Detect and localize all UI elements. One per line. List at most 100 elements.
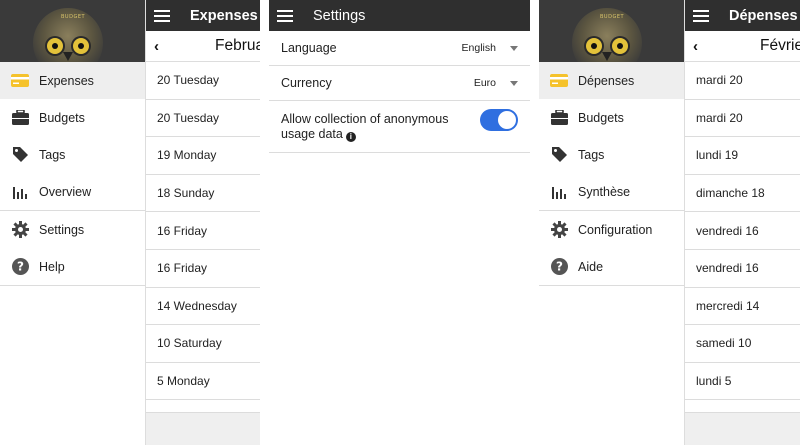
svg-text:?: ? (556, 260, 563, 274)
chevron-left-icon[interactable]: ‹ (154, 38, 159, 55)
drawer-item-tags[interactable]: Tags (0, 136, 145, 173)
drawer-item-help[interactable]: ? Aide (539, 248, 684, 285)
currency-value: Euro (473, 77, 496, 89)
drawer-divider (539, 285, 684, 286)
list-item[interactable]: vendredi 16 (685, 212, 800, 250)
drawer-divider (0, 285, 145, 286)
app-bar: Settings (269, 0, 530, 31)
settings-screen: Settings Language English Currency Euro … (269, 0, 530, 445)
anonymous-usage-toggle[interactable] (480, 108, 518, 131)
drawer-item-label: Tags (578, 147, 605, 162)
chevron-left-icon[interactable]: ‹ (693, 38, 698, 55)
gear-icon (11, 221, 29, 239)
app-bar-title: Settings (313, 7, 366, 24)
expense-list: mardi 20 mardi 20 lundi 19 dimanche 18 v… (685, 62, 800, 401)
drawer-item-tags[interactable]: Tags (539, 136, 684, 173)
bar-chart-icon (550, 183, 568, 201)
drawer-item-label: Overview (39, 184, 92, 199)
list-item[interactable]: 19 Monday (146, 137, 260, 175)
drawer-item-label: Expenses (39, 73, 94, 88)
expenses-screen-fr: Dépenses ‹ Février mardi 20 mardi 20 lun… (684, 0, 800, 445)
credit-card-icon (550, 72, 568, 90)
drawer-item-settings[interactable]: Settings (0, 211, 145, 248)
app-bar-title: Dépenses (729, 7, 798, 24)
list-item[interactable]: 10 Saturday (146, 325, 260, 363)
list-item[interactable]: lundi 5 (685, 363, 800, 401)
anonymous-usage-label-text: usage data (281, 126, 343, 141)
menu-icon[interactable] (154, 9, 170, 22)
anonymous-usage-row: Allow collection of anonymous usage data… (269, 101, 530, 153)
drawer-item-overview[interactable]: Overview (0, 173, 145, 210)
drawer-header: BUDGET (539, 0, 684, 62)
owl-logo: BUDGET (33, 8, 103, 62)
svg-text:?: ? (17, 260, 24, 274)
drawer-item-label: Budgets (578, 110, 624, 125)
briefcase-icon (550, 109, 568, 127)
drawer-item-label: Help (39, 259, 65, 274)
dropdown-arrow-icon (510, 45, 518, 51)
drawer-fr: BUDGET Dépenses Budgets Tags Synthèse Co… (539, 0, 684, 445)
list-item[interactable]: 18 Sunday (146, 175, 260, 213)
list-item[interactable]: 5 Monday (146, 363, 260, 401)
drawer-item-budgets[interactable]: Budgets (539, 99, 684, 136)
month-label: February (215, 37, 260, 54)
expense-list: 20 Tuesday 20 Tuesday 19 Monday 18 Sunda… (146, 62, 260, 401)
drawer-item-overview[interactable]: Synthèse (539, 173, 684, 210)
drawer-item-label: Dépenses (578, 73, 635, 88)
list-footer (146, 412, 260, 445)
list-item[interactable]: 16 Friday (146, 250, 260, 288)
month-selector: ‹ February (146, 31, 260, 62)
drawer-en: BUDGET Expenses Budgets Tags Overview Se… (0, 0, 145, 445)
language-select[interactable]: English (462, 42, 518, 54)
list-item[interactable]: mardi 20 (685, 62, 800, 100)
list-item[interactable]: mercredi 14 (685, 288, 800, 326)
drawer-item-settings[interactable]: Configuration (539, 211, 684, 248)
list-item[interactable]: mardi 20 (685, 100, 800, 138)
list-item[interactable]: lundi 19 (685, 137, 800, 175)
list-item[interactable]: samedi 10 (685, 325, 800, 363)
list-item[interactable]: 16 Friday (146, 212, 260, 250)
expenses-screen-en: Expenses ‹ February 20 Tuesday 20 Tuesda… (145, 0, 260, 445)
bar-chart-icon (11, 183, 29, 201)
list-item[interactable]: 14 Wednesday (146, 288, 260, 326)
drawer-item-label: Settings (39, 222, 85, 237)
list-item[interactable]: 20 Tuesday (146, 62, 260, 100)
list-item[interactable]: dimanche 18 (685, 175, 800, 213)
list-footer (685, 412, 800, 445)
menu-icon[interactable] (277, 9, 293, 22)
currency-row[interactable]: Currency Euro (269, 66, 530, 101)
language-row[interactable]: Language English (269, 31, 530, 66)
info-icon[interactable]: i (345, 131, 356, 142)
drawer-item-expenses[interactable]: Expenses (0, 62, 145, 99)
menu-icon[interactable] (693, 9, 709, 22)
briefcase-icon (11, 109, 29, 127)
app-bar: Dépenses (685, 0, 800, 31)
month-label: Février (760, 37, 800, 54)
list-item[interactable]: 20 Tuesday (146, 100, 260, 138)
drawer-item-label: Aide (578, 259, 604, 274)
drawer-item-label: Configuration (578, 222, 653, 237)
gear-icon (550, 221, 568, 239)
toggle-knob (498, 110, 516, 129)
drawer-item-budgets[interactable]: Budgets (0, 99, 145, 136)
language-value: English (461, 42, 496, 54)
month-selector: ‹ Février (685, 31, 800, 62)
owl-logo: BUDGET (572, 8, 642, 62)
app-bar: Expenses (146, 0, 260, 31)
drawer-item-expenses[interactable]: Dépenses (539, 62, 684, 99)
drawer-item-label: Synthèse (578, 184, 631, 199)
credit-card-icon (11, 72, 29, 90)
language-label: Language (281, 41, 337, 55)
dropdown-arrow-icon (510, 80, 518, 86)
anonymous-usage-label-line2: usage data i (281, 127, 480, 142)
drawer-item-help[interactable]: ? Help (0, 248, 145, 285)
tag-icon (11, 146, 29, 164)
help-icon: ? (11, 258, 29, 276)
currency-label: Currency (281, 76, 332, 90)
drawer-item-label: Budgets (39, 110, 85, 125)
drawer-header: BUDGET (0, 0, 145, 62)
help-icon: ? (550, 258, 568, 276)
currency-select[interactable]: Euro (474, 77, 518, 89)
list-item[interactable]: vendredi 16 (685, 250, 800, 288)
logo-text: BUDGET (61, 14, 86, 20)
